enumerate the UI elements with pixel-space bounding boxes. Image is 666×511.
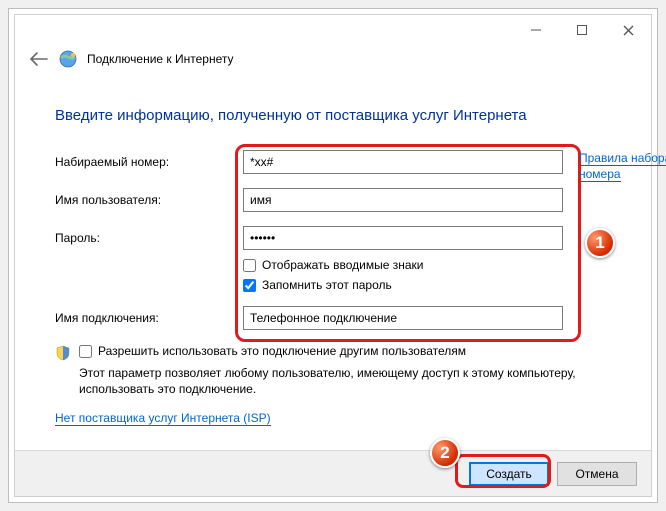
connection-name-label: Имя подключения:: [55, 311, 243, 325]
wizard-title: Подключение к Интернету: [87, 52, 234, 66]
show-characters-label: Отображать вводимые знаки: [262, 258, 423, 272]
back-button[interactable]: [29, 49, 49, 69]
globe-icon: [59, 50, 77, 68]
show-characters-checkbox[interactable]: Отображать вводимые знаки: [243, 258, 611, 272]
cancel-button[interactable]: Отмена: [557, 462, 637, 486]
password-input[interactable]: [243, 226, 563, 250]
maximize-button[interactable]: [559, 15, 605, 45]
allow-others-checkbox[interactable]: Разрешить использовать это подключение д…: [79, 344, 466, 358]
shield-icon: [55, 345, 71, 361]
close-button[interactable]: [605, 15, 651, 45]
create-button[interactable]: Создать: [469, 462, 549, 486]
username-input[interactable]: [243, 188, 563, 212]
allow-others-description: Этот параметр позволяет любому пользоват…: [79, 365, 589, 397]
annotation-badge-2: 2: [430, 438, 460, 468]
dialing-rules-link[interactable]: Правила набора номера: [579, 150, 666, 182]
password-label: Пароль:: [55, 231, 243, 245]
no-isp-link[interactable]: Нет поставщика услуг Интернета (ISP): [55, 411, 611, 425]
titlebar: [15, 15, 651, 45]
page-headline: Введите информацию, полученную от постав…: [55, 107, 611, 124]
dial-number-label: Набираемый номер:: [55, 155, 243, 169]
connection-name-input[interactable]: [243, 306, 563, 330]
annotation-badge-1: 1: [585, 228, 615, 258]
wizard-header: Подключение к Интернету: [15, 45, 651, 79]
dial-number-input[interactable]: [243, 150, 563, 174]
remember-password-label: Запомнить этот пароль: [262, 278, 392, 292]
wizard-window: Подключение к Интернету Введите информац…: [14, 14, 652, 497]
wizard-footer: Создать Отмена: [15, 450, 651, 496]
remember-password-checkbox[interactable]: Запомнить этот пароль: [243, 278, 611, 292]
username-label: Имя пользователя:: [55, 193, 243, 207]
allow-others-label: Разрешить использовать это подключение д…: [98, 344, 466, 358]
minimize-button[interactable]: [513, 15, 559, 45]
